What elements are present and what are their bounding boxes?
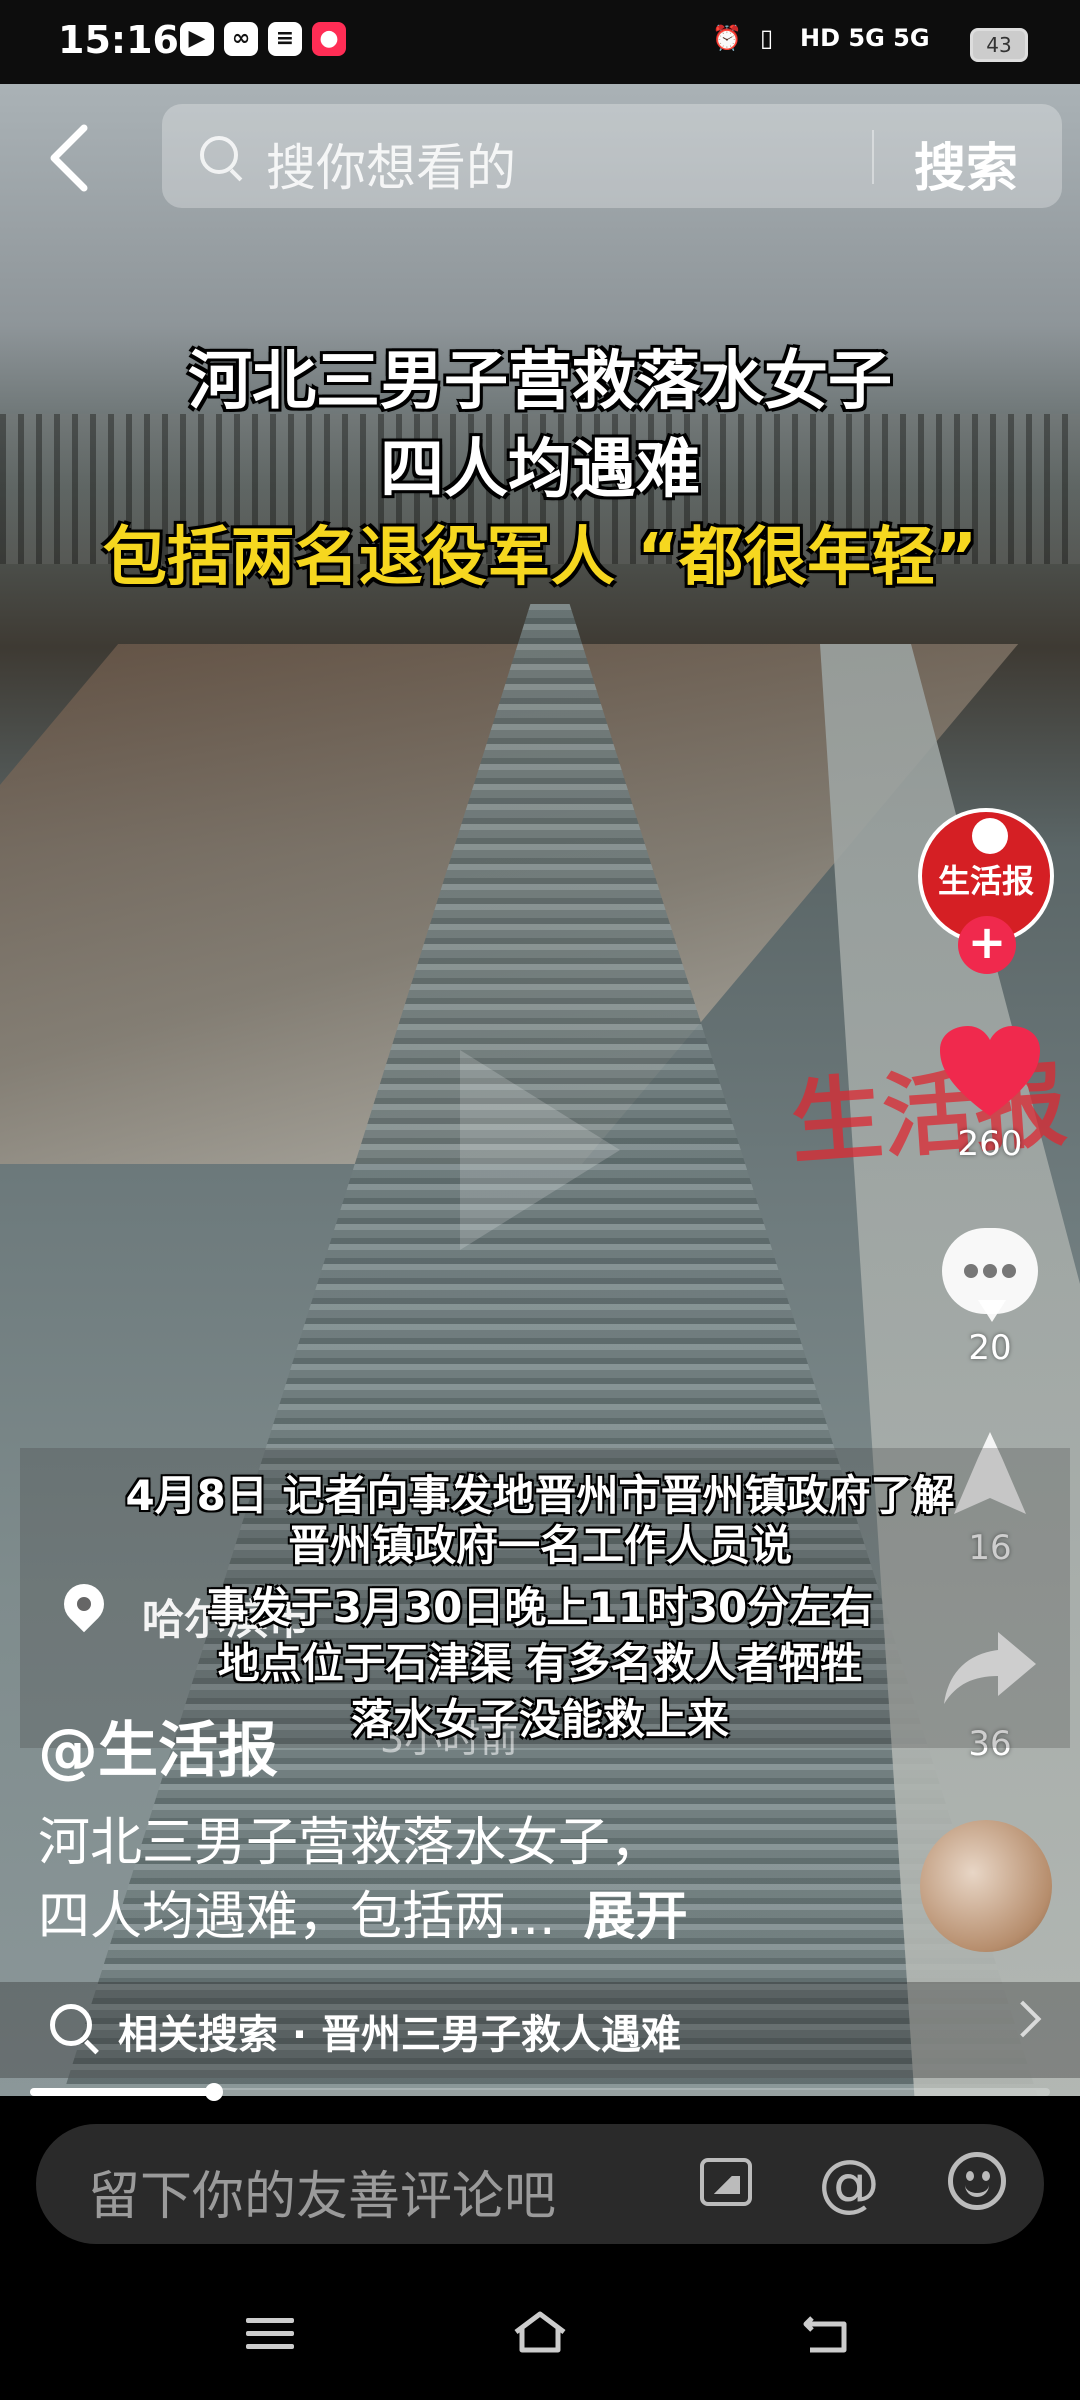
video-progress-bar[interactable] (30, 2083, 1050, 2101)
heart-icon[interactable] (938, 1024, 1042, 1120)
video-subtitle: 晋州镇政府一名工作人员说 (287, 1521, 792, 1570)
notification-app-icon: ≡ (268, 22, 302, 56)
network-status: HD 5G 5G (800, 24, 930, 52)
vibrate-icon: ▯ (760, 24, 774, 52)
alarm-icon: ⏰ (712, 24, 742, 52)
search-icon (200, 136, 238, 174)
author-handle[interactable]: @生活报 (38, 1702, 278, 1789)
status-bar: 15:16 ▶ ∞ ≡ ● ⏰ ▯ HD 5G 5G 43 (0, 0, 1080, 84)
video-progress-fill (30, 2088, 214, 2096)
comment-input-bar[interactable]: 留下你的友善评论吧 @ (36, 2124, 1044, 2244)
play-icon[interactable] (460, 1050, 620, 1250)
chevron-right-icon (1004, 2000, 1042, 2038)
image-icon[interactable] (700, 2158, 752, 2206)
emoji-icon[interactable] (948, 2152, 1006, 2210)
comment-icon-tail (978, 1300, 1006, 1322)
avatar-logo-icon (972, 818, 1008, 854)
video-description: 河北三男子营救落水女子， (38, 1813, 663, 1873)
notification-app-icon: ▶ (180, 22, 214, 56)
comment-input[interactable]: 留下你的友善评论吧 (88, 2154, 556, 2229)
video-headline: 河北三男子营救落水女子 (188, 345, 892, 419)
notification-app-icon: ● (312, 22, 346, 56)
divider (872, 130, 874, 184)
video-headline: 四人均遇难 (380, 433, 700, 507)
expand-button[interactable]: 展开 (584, 1887, 688, 1947)
battery-indicator: 43 (970, 28, 1028, 62)
video-headline-highlight: 包括两名退役军人 “都很年轻” (102, 521, 978, 595)
comment-count: 20 (968, 1328, 1012, 1368)
search-bar[interactable]: 搜你想看的 搜索 (162, 104, 1062, 208)
avatar-label: 生活报 (937, 862, 1034, 900)
video-subtitle: 地点位于石津渠 有多名救人者牺牲 (217, 1639, 863, 1688)
related-search-bar[interactable]: 相关搜索 · 晋州三男子救人遇难 (0, 1982, 1080, 2078)
search-input[interactable]: 搜你想看的 (266, 128, 516, 200)
search-icon (50, 2004, 92, 2046)
music-disc[interactable] (920, 1820, 1052, 1952)
back-arrow-icon[interactable] (40, 118, 100, 198)
back-icon[interactable] (802, 2312, 850, 2354)
notification-app-icon: ∞ (224, 22, 258, 56)
menu-icon[interactable] (246, 2318, 294, 2352)
at-icon[interactable]: @ (818, 2146, 880, 2219)
status-time: 15:16 (58, 18, 179, 62)
video-description: 四人均遇难，包括两... 展开 (38, 1874, 688, 1949)
like-count: 260 (957, 1124, 1023, 1164)
video-progress-handle[interactable] (204, 2083, 223, 2101)
related-search-text[interactable]: 相关搜索 · 晋州三男子救人遇难 (118, 2002, 681, 2060)
follow-button[interactable]: + (958, 916, 1016, 974)
video-description-text: 四人均遇难，包括两... (38, 1887, 556, 1947)
home-icon[interactable] (512, 2310, 568, 2354)
search-button[interactable]: 搜索 (914, 126, 1018, 201)
video-subtitle: 事发于3月30日晚上11时30分左右 (206, 1583, 874, 1632)
